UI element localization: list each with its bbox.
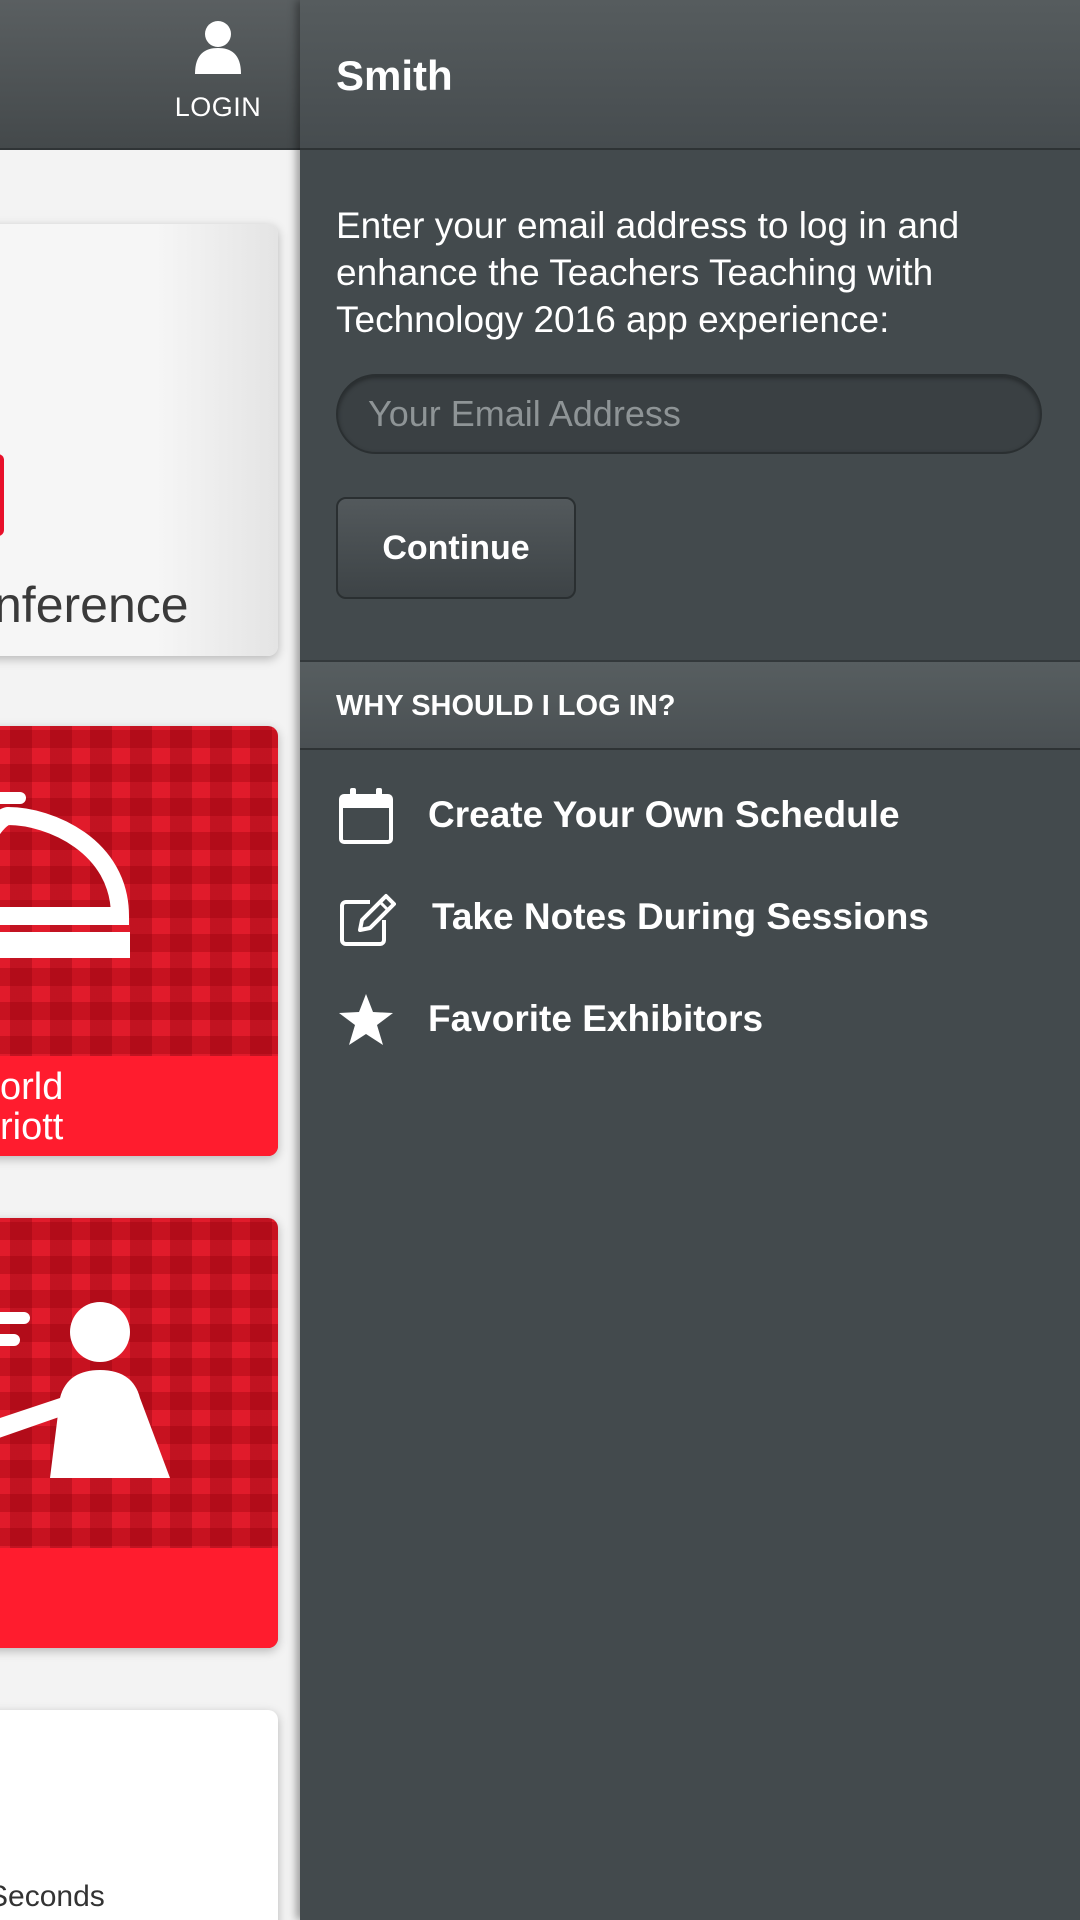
countdown-card[interactable]: Seconds	[0, 1710, 278, 1920]
logo-mark	[0, 454, 4, 536]
hotel-card-band: orld riott	[0, 1056, 278, 1156]
panel-title: Smith	[336, 52, 453, 99]
login-button-label[interactable]: LOGIN	[160, 92, 276, 123]
app-header: LOGIN	[0, 0, 300, 150]
calendar-icon	[339, 788, 393, 844]
benefit-label: Favorite Exhibitors	[428, 998, 764, 1039]
benefit-item-exhibitors: Favorite Exhibitors	[336, 988, 1056, 1052]
continue-button[interactable]: Continue	[336, 497, 576, 599]
benefit-label: Create Your Own Schedule	[428, 794, 900, 835]
section-title: WHY SHOULD I LOG IN?	[336, 690, 676, 722]
countdown-label: Seconds	[0, 1880, 105, 1913]
edit-note-icon	[340, 894, 396, 946]
panel-header: Smith	[300, 0, 1080, 150]
hotel-card-text-1: orld	[0, 1066, 64, 1108]
login-panel: Smith Enter your email address to log in…	[300, 0, 1080, 1920]
service-bell-icon	[0, 792, 130, 958]
benefit-label: Take Notes During Sessions	[432, 896, 929, 937]
presenter-icon	[0, 1302, 170, 1478]
why-login-section-header: WHY SHOULD I LOG IN?	[300, 660, 1080, 750]
conference-logo-card[interactable]: nference	[0, 224, 278, 656]
login-intro-text: Enter your email address to log in and e…	[336, 205, 960, 340]
user-icon[interactable]	[193, 20, 243, 74]
background-app: LOGIN nference orld riott Seconds	[0, 0, 300, 1920]
logo-text: nference	[0, 577, 189, 633]
speakers-card-band	[0, 1548, 278, 1648]
star-icon	[339, 994, 393, 1045]
speakers-card[interactable]	[0, 1218, 278, 1648]
benefit-item-schedule: Create Your Own Schedule	[336, 784, 1056, 848]
hotel-card[interactable]: orld riott	[0, 726, 278, 1156]
benefit-item-notes: Take Notes During Sessions	[336, 886, 1056, 950]
hotel-card-text-2: riott	[0, 1106, 64, 1148]
email-field[interactable]	[336, 374, 1042, 454]
